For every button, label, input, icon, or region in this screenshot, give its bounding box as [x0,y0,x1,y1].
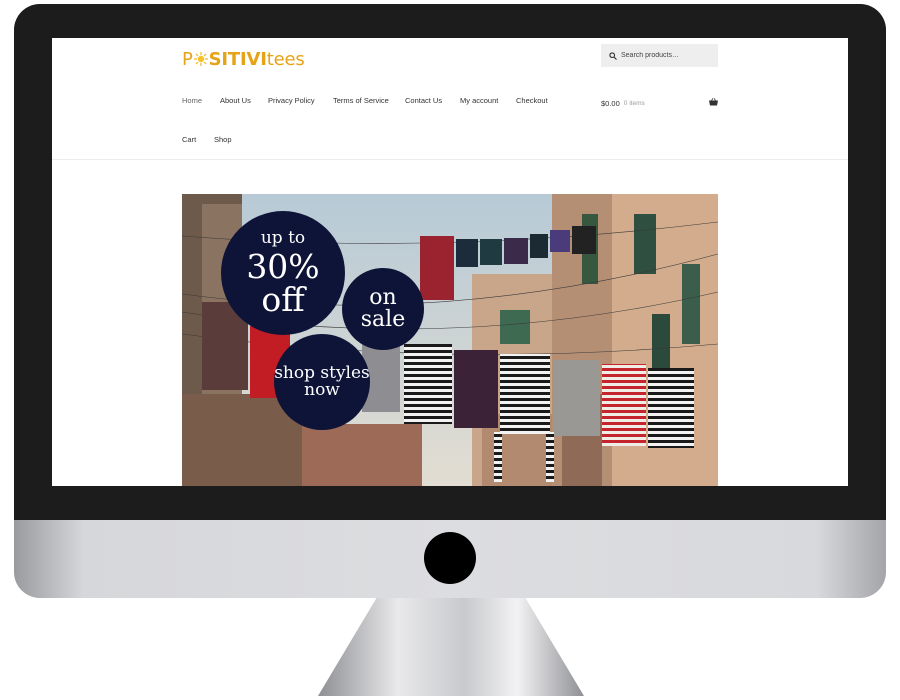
cart-amount: $0.00 [601,98,620,108]
badge-text-off: off [261,280,305,319]
nav-item-checkout[interactable]: Checkout [516,96,548,105]
screen: P SITIVI tees Home About Us [52,38,848,486]
badge-text-sale: sale [360,307,406,332]
nav-item-contact-us[interactable]: Contact Us [405,96,442,105]
nav-item-shop[interactable]: Shop [214,135,232,144]
basket-icon[interactable] [709,98,718,106]
monitor-logo-dot [424,532,476,584]
cart-item-count: 0 items [623,99,645,107]
badge-text-percent: 30% [246,247,320,286]
logo-suffix: tees [266,48,305,70]
site-logo[interactable]: P SITIVI tees [182,47,305,71]
nav-item-cart[interactable]: Cart [182,135,196,144]
badge-text-up-to: up to [260,228,306,248]
header-cart[interactable]: $0.00 0 items [601,97,718,109]
nav-item-home[interactable]: Home [182,96,202,105]
shop-styles-badge[interactable]: shop styles now [274,334,370,430]
search-icon [609,51,617,60]
monitor-stand [318,598,584,696]
search-input[interactable] [621,52,717,59]
logo-middle: SITIVI [208,48,267,70]
sun-icon [193,52,208,66]
header-divider [52,159,848,160]
sale-badge-on-sale: on sale [342,268,424,350]
badge-text-on: on [369,285,397,310]
nav-item-privacy-policy[interactable]: Privacy Policy [268,96,315,105]
nav-item-my-account[interactable]: My account [460,96,498,105]
hero-banner[interactable]: up to 30% off on sale shop styles now [182,194,718,486]
search-box[interactable] [601,44,718,67]
logo-letter-p: P [182,48,193,70]
nav-item-terms-of-service[interactable]: Terms of Service [333,96,389,105]
sale-badge-percent: up to 30% off [221,211,345,335]
nav-item-about-us[interactable]: About Us [220,96,251,105]
badge-text-now: now [304,380,340,400]
